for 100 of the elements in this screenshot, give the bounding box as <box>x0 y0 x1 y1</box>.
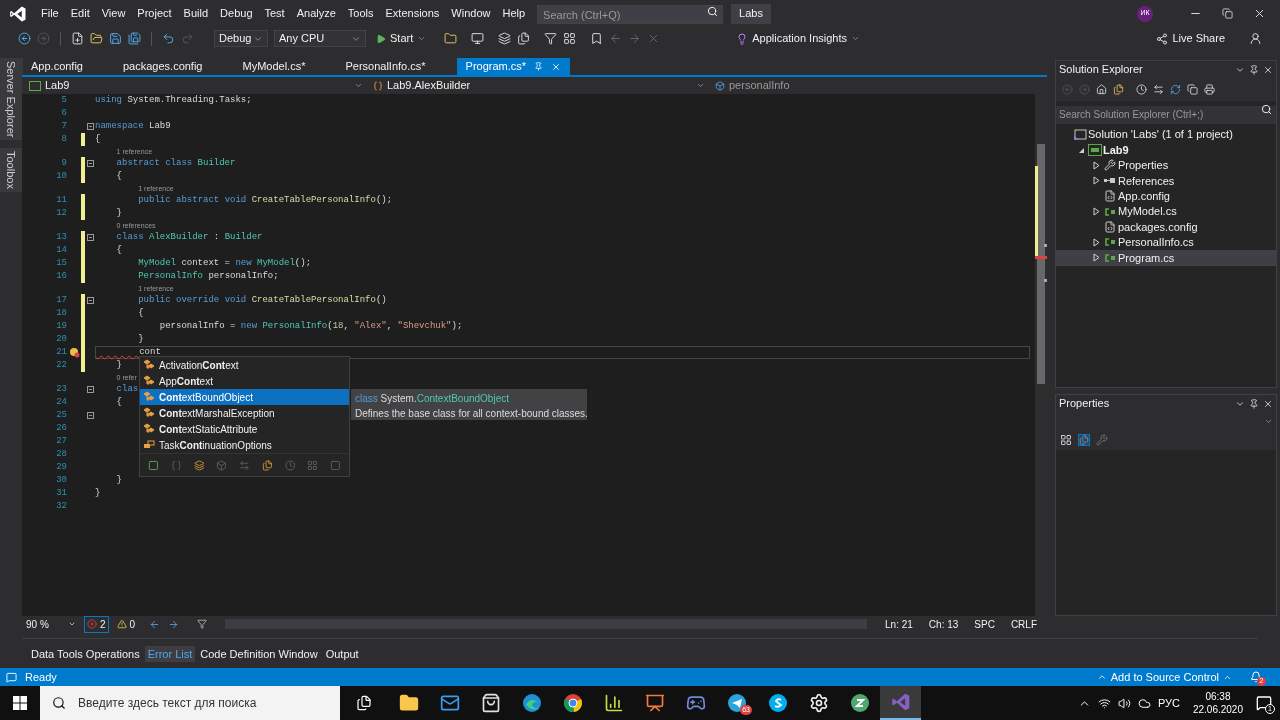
new-file-icon[interactable] <box>71 32 84 45</box>
menu-item[interactable]: View <box>95 3 132 24</box>
menu-item[interactable]: Edit <box>64 3 96 24</box>
next-icon[interactable] <box>168 618 180 630</box>
start-button[interactable]: Start <box>372 30 431 47</box>
tree-item[interactable]: Program.cs <box>1056 250 1276 266</box>
refresh-icon[interactable] <box>1170 84 1181 95</box>
tree-item[interactable]: packages.config <box>1056 219 1276 235</box>
alphabetical-icon[interactable] <box>1078 434 1090 446</box>
feedback-icon[interactable] <box>1249 32 1262 45</box>
sync-icon[interactable] <box>1153 84 1164 95</box>
application-insights-button[interactable]: Application Insights <box>736 30 860 47</box>
document-tab[interactable]: MyModel.cs* <box>233 58 315 75</box>
menu-item[interactable]: Help <box>496 3 532 24</box>
monitor-icon[interactable] <box>471 32 485 45</box>
open-folder-icon[interactable] <box>90 32 103 45</box>
collapsed-arrow-icon[interactable] <box>1092 176 1100 186</box>
close-icon[interactable] <box>1253 7 1266 20</box>
pin-icon[interactable] <box>534 62 544 71</box>
tree-item[interactable]: Lab9 <box>1056 142 1276 158</box>
wrench-icon[interactable] <box>1096 434 1108 446</box>
document-tab[interactable]: App.config <box>22 58 92 75</box>
close-icon[interactable] <box>1263 64 1273 75</box>
save-icon[interactable] <box>109 32 122 45</box>
source-control-button[interactable]: Add to Source Control <box>1096 668 1232 686</box>
platform-dropdown[interactable]: Any CPU <box>274 30 366 47</box>
document-tab[interactable]: Program.cs* <box>456 58 571 75</box>
files-icon[interactable] <box>517 32 531 45</box>
tree-item[interactable]: References <box>1056 173 1276 189</box>
menu-item[interactable]: Analyze <box>290 3 342 24</box>
menu-item[interactable]: File <box>35 3 65 24</box>
enum-filter-icon[interactable] <box>261 459 273 471</box>
completion-item[interactable]: ActivationContext <box>140 357 349 373</box>
bookmark-icon[interactable] <box>590 32 604 45</box>
warning-count[interactable]: 0 <box>116 616 136 632</box>
tool-window-tab[interactable]: Error List <box>144 645 196 662</box>
collapsed-arrow-icon[interactable] <box>1092 237 1100 247</box>
collapse-icon[interactable] <box>86 160 94 167</box>
side-tab[interactable]: Toolbox <box>0 148 24 193</box>
start-icon[interactable] <box>13 696 27 710</box>
completion-item[interactable]: TaskContinuationOptions <box>140 437 349 453</box>
task-view-icon[interactable] <box>356 695 372 711</box>
search-folder-icon[interactable] <box>444 32 458 45</box>
close-icon[interactable] <box>1263 398 1273 409</box>
network-icon[interactable] <box>1097 696 1111 710</box>
restore-icon[interactable] <box>1222 8 1233 19</box>
collapse-icon[interactable] <box>86 234 94 241</box>
collapsed-arrow-icon[interactable] <box>1092 160 1100 170</box>
save-all-icon[interactable] <box>128 32 141 45</box>
tool-window-tab[interactable]: Data Tools Operations <box>28 645 143 662</box>
language-indicator[interactable]: РУС <box>1157 694 1180 712</box>
cloud-icon[interactable] <box>1137 696 1151 710</box>
layers-icon[interactable] <box>498 32 512 45</box>
search-field[interactable]: Search (Ctrl+Q) <box>537 5 724 24</box>
completion-item[interactable]: ContextStaticAttribute <box>140 421 349 437</box>
notification-icon[interactable] <box>1250 671 1262 683</box>
app-logo-icon[interactable] <box>9 4 27 23</box>
document-tab[interactable]: PersonalInfo.cs* <box>336 58 435 75</box>
menu-item[interactable]: Debug <box>214 3 259 24</box>
volume-icon[interactable] <box>1117 696 1131 710</box>
undo-icon[interactable] <box>162 32 175 45</box>
collapse-icon[interactable] <box>86 297 94 304</box>
menu-item[interactable]: Extensions <box>379 3 446 24</box>
side-tab[interactable]: Server Explorer <box>0 58 24 141</box>
tool-window-tab[interactable]: Output <box>322 645 362 662</box>
tool-window-tab[interactable]: Code Definition Window <box>197 645 321 662</box>
completion-item[interactable]: ContextMarshalException <box>140 405 349 421</box>
zoom-dropdown[interactable]: 90 % <box>26 616 49 632</box>
project-dropdown[interactable]: Lab9 <box>26 78 366 93</box>
filter-icon[interactable] <box>544 32 558 45</box>
taskbar-search-field[interactable]: Введите здесь текст для поиска <box>40 686 340 720</box>
previous-icon[interactable] <box>149 618 161 630</box>
member-dropdown[interactable]: personalInfo <box>712 78 1043 93</box>
expand-icon[interactable] <box>148 459 159 471</box>
completion-item[interactable]: AppContext <box>140 373 349 389</box>
search-field[interactable]: Search Solution Explorer (Ctrl+;) <box>1056 105 1276 124</box>
type-dropdown[interactable]: Lab9.AlexBuilder <box>370 78 708 93</box>
menu-item[interactable]: Test <box>258 3 291 24</box>
home-icon[interactable] <box>1096 84 1107 95</box>
pin-icon[interactable] <box>1249 398 1259 409</box>
collapse-icon[interactable] <box>86 412 94 419</box>
tree-item[interactable]: App.config <box>1056 188 1276 204</box>
document-tab[interactable]: packages.config <box>114 58 212 75</box>
menu-item[interactable]: Project <box>131 3 178 24</box>
completion-item[interactable]: ContextBoundObject <box>140 389 349 405</box>
collapsed-arrow-icon[interactable] <box>1092 207 1100 217</box>
tree-item[interactable]: PersonalInfo.cs <box>1056 234 1276 251</box>
collapse-all-icon[interactable] <box>1187 84 1198 95</box>
categorized-icon[interactable] <box>1060 434 1072 446</box>
menu-item[interactable]: Tools <box>341 3 380 24</box>
history-icon[interactable] <box>1136 84 1147 95</box>
grid-icon[interactable] <box>563 32 577 45</box>
collapse-icon[interactable] <box>86 123 94 130</box>
collapsed-arrow-icon[interactable] <box>1092 253 1100 263</box>
clock-time[interactable]: 06:38 <box>1205 690 1231 703</box>
switch-views-icon[interactable] <box>1113 84 1124 95</box>
menu-item[interactable]: Window <box>445 3 497 24</box>
pin-icon[interactable] <box>1249 64 1259 75</box>
tree-item[interactable]: Solution 'Labs' (1 of 1 project) <box>1056 127 1276 143</box>
tree-item[interactable]: MyModel.cs <box>1056 203 1276 220</box>
